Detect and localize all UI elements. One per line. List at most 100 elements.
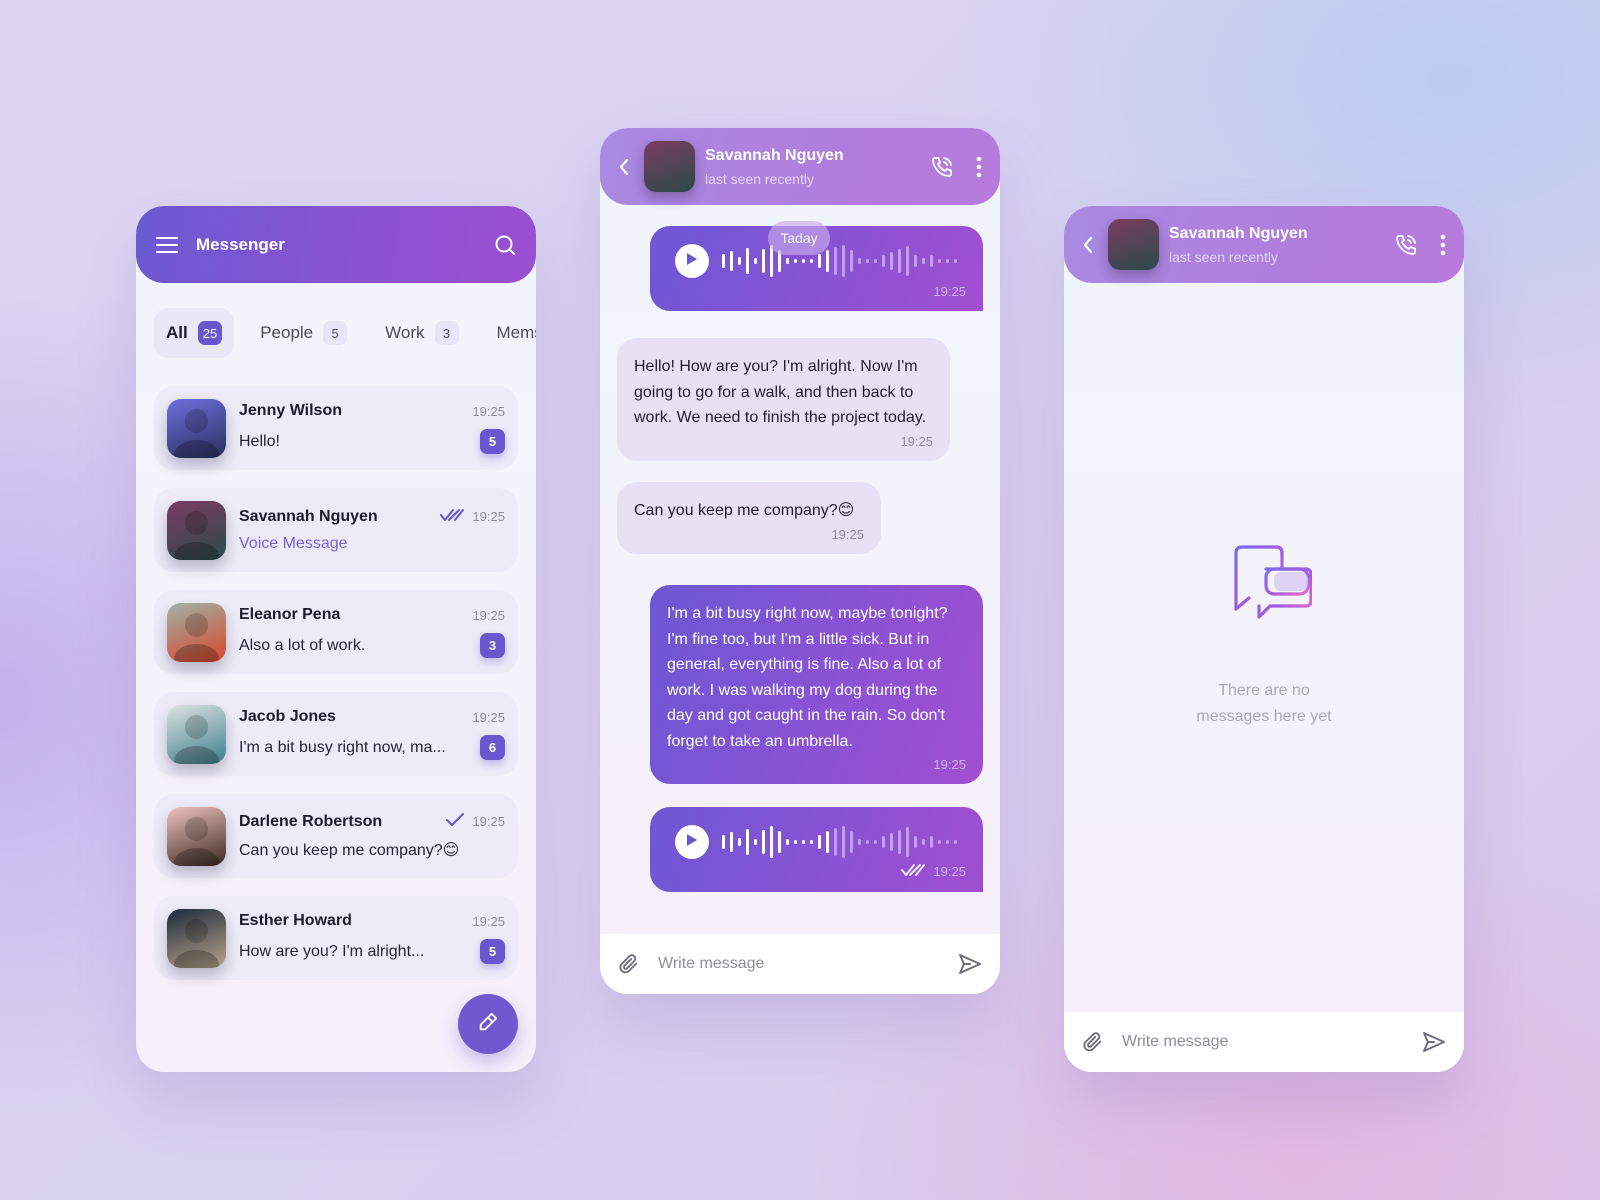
play-button[interactable] <box>675 825 709 859</box>
waveform-bar <box>946 840 949 844</box>
voice-message: 19:25 <box>650 807 983 892</box>
tab-mems[interactable]: Mems <box>485 308 537 358</box>
message-time: 19:25 <box>472 403 505 419</box>
conversation-header: Savannah Nguyen last seen recently <box>600 128 1000 205</box>
waveform[interactable] <box>722 825 966 859</box>
waveform-bar <box>834 247 837 275</box>
tab-label: People <box>260 323 314 342</box>
waveform-bar <box>858 258 861 264</box>
more-vertical-icon[interactable] <box>976 156 982 178</box>
waveform-bar <box>802 840 805 844</box>
waveform-bar <box>914 836 917 848</box>
chat-list-item[interactable]: Jacob Jones 19:25 I'm a bit busy right n… <box>154 692 518 776</box>
paperclip-icon[interactable] <box>1082 1031 1104 1053</box>
tab-all[interactable]: All 25 <box>154 308 235 358</box>
message-preview: Voice Message <box>239 534 348 552</box>
chat-list-item[interactable]: Eleanor Pena 19:25 Also a lot of work. 3 <box>154 590 518 674</box>
pencil-icon <box>477 1011 499 1038</box>
waveform-bar <box>874 259 877 263</box>
tab-people[interactable]: People 5 <box>248 308 359 358</box>
message-input[interactable] <box>1122 1033 1422 1051</box>
waveform-bar <box>730 832 733 852</box>
contact-avatar[interactable] <box>644 141 695 192</box>
waveform-bar <box>954 840 957 844</box>
play-icon <box>686 252 698 271</box>
contact-name: Jenny Wilson <box>239 402 342 419</box>
message-input[interactable] <box>658 955 958 973</box>
back-chevron-icon[interactable] <box>1082 236 1094 254</box>
waveform-bar <box>794 259 797 263</box>
message-time: 19:25 <box>900 433 933 449</box>
avatar <box>167 908 226 968</box>
unread-badge: 5 <box>480 429 505 454</box>
waveform-bar <box>746 248 749 274</box>
hamburger-icon[interactable] <box>156 236 178 254</box>
message-time: 19:25 <box>933 757 966 772</box>
message-time: 19:25 <box>472 607 505 623</box>
contact-status: last seen recently <box>705 170 814 187</box>
filter-tabs: All 25 People 5 Work 3 Mems <box>154 308 536 358</box>
waveform-bar <box>938 840 941 844</box>
phone-call-icon[interactable] <box>1394 233 1418 257</box>
waveform-bar <box>746 829 749 855</box>
waveform-bar <box>882 255 885 267</box>
contact-avatar[interactable] <box>1108 219 1159 270</box>
waveform-bar <box>914 255 917 267</box>
waveform-bar <box>922 258 925 264</box>
chat-bubbles-icon <box>1216 545 1313 641</box>
waveform-bar <box>738 838 741 846</box>
waveform-bar <box>762 830 765 854</box>
check-icon <box>446 813 465 830</box>
tab-label: Mems <box>496 323 537 342</box>
waveform-bar <box>842 245 845 277</box>
waveform-bar <box>850 250 853 272</box>
tab-count: 5 <box>323 321 348 345</box>
message-composer <box>600 934 1000 994</box>
tab-work[interactable]: Work 3 <box>373 308 470 358</box>
contact-name: Jacob Jones <box>239 708 336 725</box>
send-icon[interactable] <box>1422 1031 1446 1053</box>
avatar <box>167 500 226 560</box>
phone-call-icon[interactable] <box>930 155 954 179</box>
compose-button[interactable] <box>458 994 518 1054</box>
message-time: 19:25 <box>831 526 864 542</box>
tab-count: 25 <box>197 321 223 345</box>
contact-status: last seen recently <box>1169 248 1278 265</box>
waveform-bar <box>826 831 829 853</box>
message-list: 19:25 Taday Hello! How are you? I'm alri… <box>600 128 1000 994</box>
chat-list: Jenny Wilson 19:25 Hello! 5 Savannah Ngu… <box>154 386 518 980</box>
app-title: Messenger <box>196 234 285 254</box>
send-icon[interactable] <box>958 953 982 975</box>
waveform-bar <box>826 250 829 272</box>
message-preview: How are you? I'm alright... <box>239 942 425 960</box>
empty-message-line2: messages here yet <box>1196 707 1332 725</box>
message-text: Hello! How are you? I'm alright. Now I'm… <box>634 358 927 426</box>
paperclip-icon[interactable] <box>618 953 640 975</box>
waveform-bar <box>866 259 869 263</box>
back-chevron-icon[interactable] <box>618 158 630 176</box>
waveform-bar <box>922 839 925 845</box>
waveform-bar <box>930 836 933 848</box>
waveform-bar <box>898 830 901 854</box>
contact-name: Savannah Nguyen <box>1169 224 1308 242</box>
contact-name: Darlene Robertson <box>239 812 383 830</box>
message-time: 19:25 <box>472 913 505 929</box>
more-vertical-icon[interactable] <box>1440 234 1446 256</box>
chat-list-screen: Messenger All 25 People 5 Work 3 Mems Je… <box>136 206 536 1072</box>
chat-list-item[interactable]: Jenny Wilson 19:25 Hello! 5 <box>154 386 518 470</box>
waveform[interactable] <box>722 244 966 278</box>
search-icon[interactable] <box>494 234 516 256</box>
waveform-bar <box>730 251 733 271</box>
message-text: I'm a bit busy right now, maybe tonight?… <box>667 605 948 750</box>
chat-list-item[interactable]: Esther Howard 19:25 How are you? I'm alr… <box>154 896 518 980</box>
waveform-bar <box>754 258 757 264</box>
waveform-bar <box>818 835 821 849</box>
chat-list-item[interactable]: Savannah Nguyen 19:25 Voice Message <box>154 488 518 572</box>
waveform-bar <box>874 840 877 844</box>
waveform-bar <box>930 255 933 267</box>
play-button[interactable] <box>675 244 709 278</box>
waveform-bar <box>954 259 957 263</box>
chat-list-item[interactable]: Darlene Robertson 19:25 Can you keep me … <box>154 794 518 878</box>
tab-count: 3 <box>434 321 459 345</box>
waveform-bar <box>866 840 869 844</box>
